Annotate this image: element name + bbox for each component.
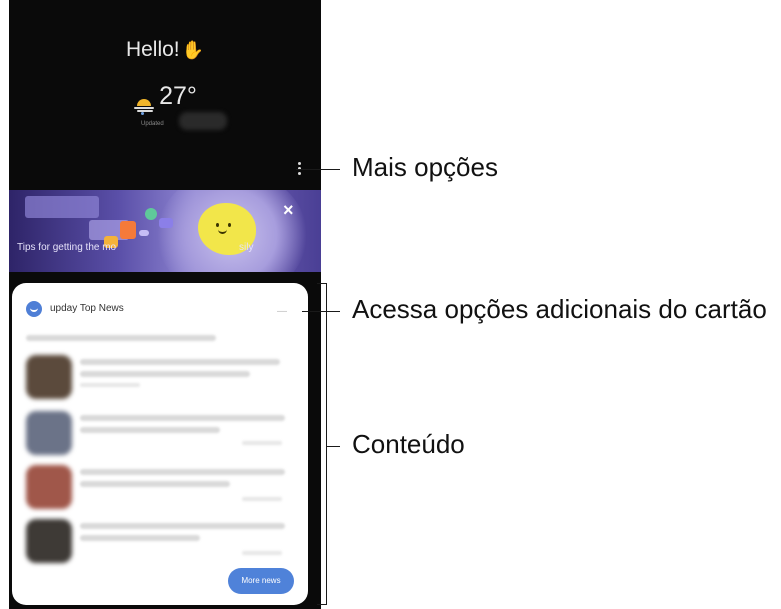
temperature: 27°: [159, 82, 197, 110]
banner-decoration: [25, 196, 99, 218]
phone-screen: Hello! ✋ 27° Updated Tips for getting th…: [9, 0, 321, 609]
callout-bracket-top: [317, 283, 327, 284]
card-options-icon[interactable]: —: [277, 306, 287, 317]
blurred-text: [80, 371, 250, 377]
upday-logo-icon: [26, 301, 42, 317]
blurred-text: [242, 497, 282, 501]
waving-hand-icon: ✋: [181, 40, 205, 60]
blurred-text: [80, 523, 285, 529]
updated-label: Updated: [141, 121, 164, 127]
blurred-text: [80, 481, 230, 487]
document-tile-icon: [120, 221, 136, 239]
close-icon[interactable]: ×: [283, 200, 294, 221]
blurred-text: [80, 469, 285, 475]
news-thumbnail[interactable]: [26, 519, 72, 563]
blurred-text: [80, 535, 200, 541]
blurred-text: [242, 441, 282, 445]
blurred-text: [80, 359, 280, 365]
callout-content: Conteúdo: [352, 429, 465, 459]
blurred-location: [179, 112, 227, 130]
callout-more-options: Mais opções: [352, 152, 498, 182]
callout-leader-card-options: [302, 311, 340, 312]
location-label: [141, 111, 147, 117]
blurred-text: [80, 427, 220, 433]
blurred-text: [80, 415, 285, 421]
small-tile-icon: [139, 230, 149, 236]
callout-leader-content: [326, 446, 340, 447]
greeting-text: Hello!: [125, 38, 180, 61]
partly-cloudy-icon: [133, 90, 157, 113]
callout-bracket-bottom: [317, 604, 327, 605]
news-thumbnail[interactable]: [26, 355, 72, 399]
blurred-text: [80, 383, 140, 387]
news-thumbnail[interactable]: [26, 465, 72, 509]
greeting-row: Hello! ✋: [9, 38, 321, 62]
location-pin-icon: [141, 112, 144, 115]
callout-card-options: Acessa opções adicionais do cartão: [352, 294, 767, 324]
tips-text-end: sily: [239, 242, 254, 253]
weather-row[interactable]: 27°: [9, 82, 321, 113]
more-news-button[interactable]: More news: [228, 568, 294, 594]
tips-banner[interactable]: Tips for getting the mo sily ×: [9, 190, 321, 272]
card-title: upday Top News: [50, 303, 124, 314]
callout-leader-more-options: [296, 169, 340, 170]
purple-tile-icon: [159, 218, 173, 228]
blurred-text: [26, 335, 216, 341]
green-dot-icon: [145, 208, 157, 220]
news-card[interactable]: upday Top News — More news: [12, 283, 308, 605]
tips-text: Tips for getting the mo: [17, 242, 117, 253]
blurred-text: [242, 551, 282, 555]
callout-bracket: [326, 283, 327, 605]
news-thumbnail[interactable]: [26, 411, 72, 455]
